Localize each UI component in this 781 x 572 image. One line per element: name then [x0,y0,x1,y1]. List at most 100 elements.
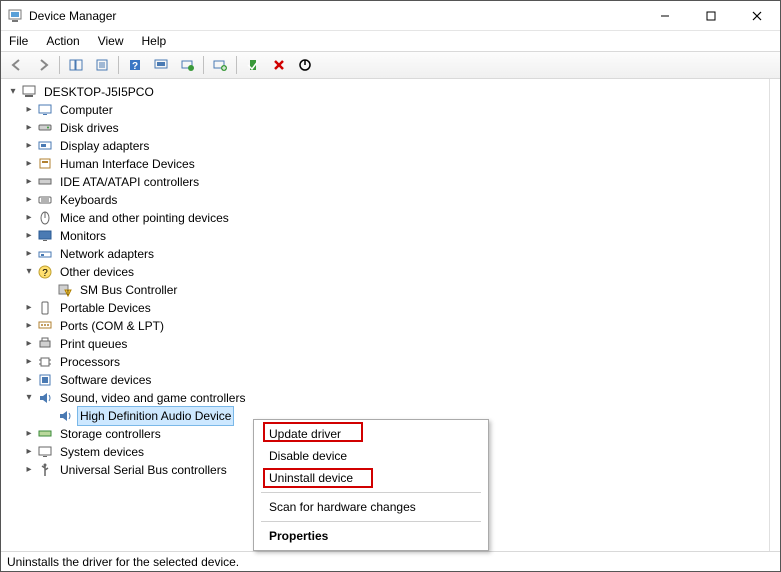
chevron-right-icon[interactable]: ▸ [23,248,35,260]
tree-item-label: SM Bus Controller [77,280,180,300]
tree-item[interactable]: ▸ Print queues [7,335,778,353]
chevron-right-icon[interactable]: ▸ [23,176,35,188]
chevron-right-icon[interactable]: ▸ [23,230,35,242]
tree-item-label: IDE ATA/ATAPI controllers [57,172,202,192]
ctx-uninstall-device[interactable]: Uninstall device [257,467,485,489]
tree-item[interactable]: ▸ Processors [7,353,778,371]
disk-icon [37,120,53,136]
tree-item[interactable]: ▸ Display adapters [7,137,778,155]
tree-root[interactable]: ▾ DESKTOP-J5I5PCO [7,83,778,101]
toolbar-icon[interactable] [149,53,173,77]
tree-item[interactable]: ▸ Software devices [7,371,778,389]
speaker-icon [57,408,73,424]
close-button[interactable] [734,1,780,31]
menu-view[interactable]: View [96,33,126,49]
chevron-down-icon[interactable]: ▾ [23,392,35,404]
toolbar-separator [203,56,204,74]
chevron-right-icon[interactable]: ▸ [23,158,35,170]
chevron-right-icon[interactable]: ▸ [23,374,35,386]
tree-item[interactable]: ▸ Keyboards [7,191,778,209]
tree-item-label: System devices [57,442,147,462]
tree-item-label: Mice and other pointing devices [57,208,232,228]
tree-item-label: Display adapters [57,136,152,156]
uninstall-device-button[interactable] [267,53,291,77]
chevron-right-icon[interactable]: ▸ [23,104,35,116]
tree-item-label: Ports (COM & LPT) [57,316,167,336]
tree-item-label: Other devices [57,262,137,282]
help-button[interactable]: ? [123,53,147,77]
chevron-right-icon[interactable]: ▸ [23,446,35,458]
chevron-right-icon[interactable]: ▸ [23,428,35,440]
minimize-button[interactable] [642,1,688,31]
disable-device-button[interactable] [293,53,317,77]
maximize-button[interactable] [688,1,734,31]
tree-item[interactable]: ▸ IDE ATA/ATAPI controllers [7,173,778,191]
usb-icon [37,462,53,478]
toolbar: ? [1,51,780,79]
enable-device-button[interactable] [241,53,265,77]
tree-item-label: Network adapters [57,244,157,264]
chevron-right-icon[interactable]: ▸ [23,194,35,206]
status-bar: Uninstalls the driver for the selected d… [1,551,780,571]
pane-border [769,79,770,551]
ctx-properties[interactable]: Properties [257,525,485,547]
show-hide-tree-button[interactable] [64,53,88,77]
tree-item-label: Universal Serial Bus controllers [57,460,230,480]
tree-item[interactable]: ▸ Human Interface Devices [7,155,778,173]
update-driver-button[interactable] [208,53,232,77]
properties-button[interactable] [90,53,114,77]
tree-item[interactable]: ▸ Network adapters [7,245,778,263]
chevron-down-icon[interactable]: ▾ [7,86,19,98]
tree-root-label: DESKTOP-J5I5PCO [41,82,157,102]
ctx-disable-device[interactable]: Disable device [257,445,485,467]
toolbar-separator [236,56,237,74]
forward-button[interactable] [31,53,55,77]
tree-item[interactable]: ▸ Portable Devices [7,299,778,317]
menu-action[interactable]: Action [44,33,81,49]
computer-icon [21,84,37,100]
menu-bar: File Action View Help [1,31,780,51]
menu-file[interactable]: File [7,33,30,49]
chevron-right-icon[interactable]: ▸ [23,338,35,350]
chevron-right-icon[interactable]: ▸ [23,212,35,224]
ctx-update-driver[interactable]: Update driver [257,423,485,445]
scan-hardware-button[interactable] [175,53,199,77]
tree-item-sound[interactable]: ▾ Sound, video and game controllers [7,389,778,407]
ctx-scan-hardware[interactable]: Scan for hardware changes [257,496,485,518]
tree-item-smbus[interactable]: ▸ ! SM Bus Controller [7,281,778,299]
software-icon [37,372,53,388]
keyboard-icon [37,192,53,208]
tree-item[interactable]: ▸ Computer [7,101,778,119]
chevron-right-icon[interactable]: ▸ [23,140,35,152]
chevron-right-icon[interactable]: ▸ [23,122,35,134]
chevron-right-icon[interactable]: ▸ [23,302,35,314]
svg-text:!: ! [67,290,69,297]
context-menu: Update driver Disable device Uninstall d… [253,419,489,551]
menu-help[interactable]: Help [140,33,169,49]
tree-item-label: Disk drives [57,118,122,138]
chevron-right-icon[interactable]: ▸ [23,356,35,368]
window-title: Device Manager [29,9,116,23]
back-button[interactable] [5,53,29,77]
tree-item-label: Human Interface Devices [57,154,198,174]
tree-item[interactable]: ▸ Mice and other pointing devices [7,209,778,227]
toolbar-separator [59,56,60,74]
tree-item[interactable]: ▸ Monitors [7,227,778,245]
chevron-right-icon[interactable]: ▸ [23,320,35,332]
other-devices-icon: ? [37,264,53,280]
storage-controller-icon [37,426,53,442]
tree-item-label: Print queues [57,334,130,354]
tree-item-label: Keyboards [57,190,120,210]
chevron-right-icon[interactable]: ▸ [23,464,35,476]
tree-item[interactable]: ▸ Disk drives [7,119,778,137]
hid-icon [37,156,53,172]
tree-item-label: Monitors [57,226,109,246]
status-text: Uninstalls the driver for the selected d… [7,555,239,569]
tree-item-label: Computer [57,100,116,120]
tree-item-label: Processors [57,352,123,372]
ports-icon [37,318,53,334]
tree-item-other-devices[interactable]: ▾ ? Other devices [7,263,778,281]
chevron-down-icon[interactable]: ▾ [23,266,35,278]
tree-item[interactable]: ▸ Ports (COM & LPT) [7,317,778,335]
tree-item-label: Software devices [57,370,154,390]
